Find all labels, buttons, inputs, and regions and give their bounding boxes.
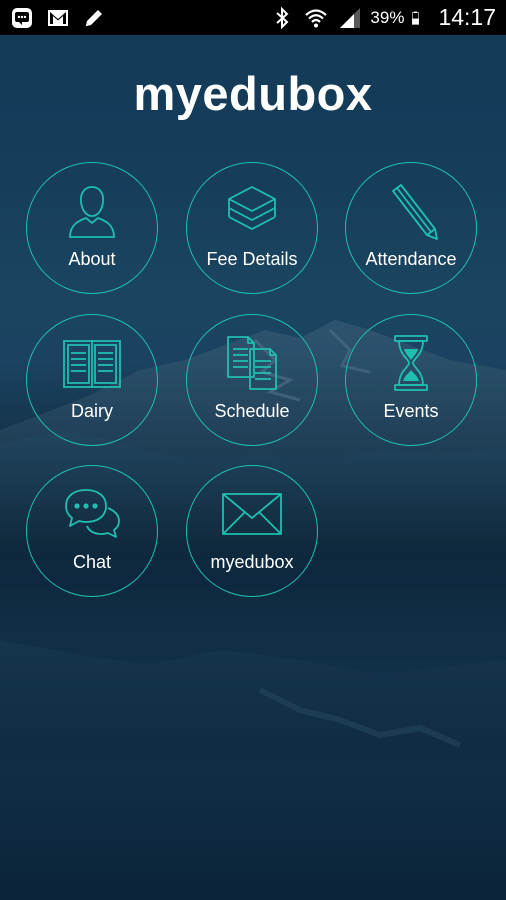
background-landscape	[0, 320, 506, 760]
battery-icon	[412, 11, 420, 25]
menu-item-label: About	[68, 249, 116, 269]
menu-item-fee-details[interactable]: Fee Details	[186, 162, 318, 294]
status-bar: 39% 14:17	[0, 0, 506, 35]
message-icon	[12, 8, 32, 28]
menu-item-events[interactable]: Events	[345, 314, 477, 446]
layers-icon	[228, 186, 276, 230]
clock: 14:17	[438, 4, 496, 30]
pencil-icon	[392, 184, 438, 240]
menu-item-label: Chat	[72, 552, 112, 572]
envelope-icon	[222, 493, 282, 535]
menu-item-label: Events	[383, 401, 439, 421]
menu-item-label: Attendance	[365, 249, 457, 269]
menu-item-dairy[interactable]: Dairy	[26, 314, 158, 446]
menu-item-schedule[interactable]: Schedule	[186, 314, 318, 446]
person-icon	[69, 186, 115, 238]
gmail-icon	[48, 10, 68, 26]
menu-item-label: Fee Details	[206, 249, 298, 269]
hourglass-icon	[394, 335, 428, 391]
app-title: myedubox	[133, 67, 373, 120]
system-indicators: 39% 14:17	[270, 2, 496, 33]
menu-item-label: myedubox	[210, 552, 294, 572]
app-screen: 39% 14:17 myedubox About Fee Details Att…	[0, 0, 506, 900]
book-icon	[63, 340, 121, 388]
pencil-icon	[86, 10, 102, 26]
signal-icon	[340, 7, 361, 28]
wifi-icon	[305, 8, 328, 27]
battery-percent: 39%	[370, 7, 405, 27]
chat-bubbles-icon	[65, 489, 120, 538]
menu-item-attendance[interactable]: Attendance	[345, 162, 477, 294]
notification-icons	[10, 6, 106, 30]
menu-item-label: Dairy	[70, 401, 113, 421]
bluetooth-icon	[276, 6, 289, 29]
menu-item-label: Schedule	[214, 401, 290, 421]
menu-item-chat[interactable]: Chat	[26, 465, 158, 597]
documents-icon	[227, 336, 277, 390]
menu-item-myedubox[interactable]: myedubox	[186, 465, 318, 597]
menu-item-about[interactable]: About	[26, 162, 158, 294]
